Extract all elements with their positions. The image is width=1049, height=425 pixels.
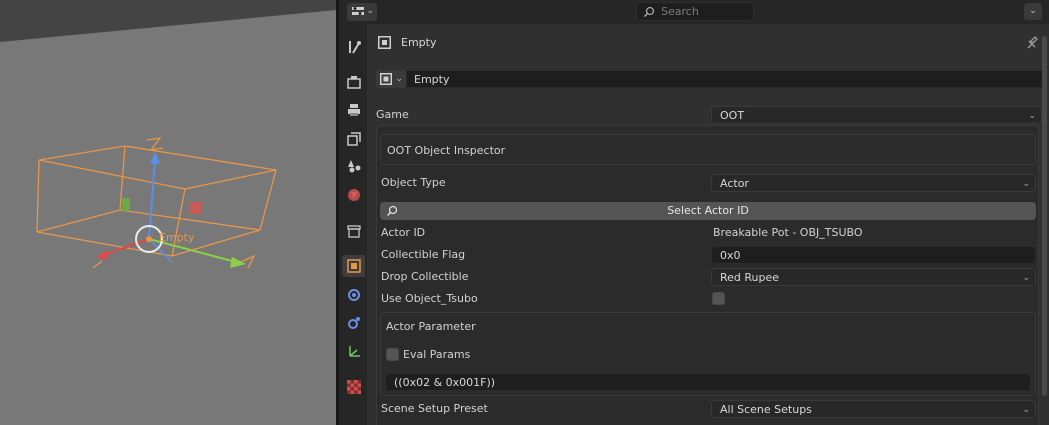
object-square-icon [347, 259, 361, 273]
wrench-screwdriver-icon [349, 41, 361, 54]
tab-physics[interactable] [342, 312, 365, 334]
game-label: Game [376, 108, 409, 121]
chevron-down-icon: ⌄ [1029, 6, 1037, 16]
actor-parameter-title: Actor Parameter [386, 320, 476, 333]
properties-editor-icon [352, 7, 364, 15]
header-menu-button[interactable]: ⌄ [1024, 3, 1042, 20]
chevron-down-icon: ⌄ [395, 74, 403, 84]
tab-collection[interactable] [342, 220, 365, 242]
collectible-flag-field[interactable]: 0x0 [711, 246, 1036, 264]
tab-view-layer[interactable] [342, 128, 365, 150]
object-type-dropdown[interactable]: Actor ⌄ [711, 174, 1036, 192]
printer-icon [348, 104, 360, 116]
chevron-down-icon: ⌄ [1022, 179, 1030, 189]
viewport-scene [0, 0, 336, 269]
tab-output[interactable] [342, 99, 365, 121]
collection-box-icon [347, 225, 361, 238]
search-field[interactable]: Search [636, 2, 754, 21]
object-square-icon [378, 36, 391, 49]
scene-cone-sphere-icon [348, 160, 361, 173]
actor-parameter-expression-field[interactable]: ((0x02 & 0x001F)) [385, 373, 1031, 391]
actor-id-label: Actor ID [381, 226, 426, 239]
select-actor-id-label: Select Actor ID [667, 204, 749, 217]
use-object-checkbox[interactable] [712, 292, 725, 305]
object-origin [146, 236, 152, 242]
red-plane-handle [190, 202, 201, 214]
drop-collectible-label: Drop Collectible [381, 270, 469, 283]
chevron-down-icon: ⌄ [1028, 111, 1036, 121]
search-icon [386, 205, 398, 217]
scene-setup-value: All Scene Setups [720, 403, 812, 416]
context-object-name: Empty [401, 36, 437, 49]
inspector-title-box: OOT Object Inspector [380, 134, 1036, 165]
scene-setup-label: Scene Setup Preset [381, 402, 488, 415]
properties-content: Empty ⌄ Empty Game OOT ⌄ OOT Object Insp… [367, 24, 1049, 425]
object-type-label: Object Type [381, 176, 446, 189]
tab-object[interactable] [342, 255, 365, 277]
game-dropdown-value: OOT [720, 109, 745, 122]
checker-icon [347, 380, 361, 394]
axis-icon [349, 346, 360, 357]
chevron-down-icon: ⌄ [1022, 405, 1030, 415]
object-type-value: Actor [720, 177, 749, 190]
images-stack-icon [347, 132, 361, 146]
properties-tabs [339, 24, 367, 425]
3d-viewport[interactable]: Empty [0, 0, 336, 425]
pin-icon[interactable] [1026, 36, 1038, 50]
select-actor-id-button[interactable]: Select Actor ID [380, 202, 1036, 220]
world-globe-icon [348, 189, 360, 201]
chevron-down-icon: ⌄ [1022, 273, 1030, 283]
green-plane-handle [122, 198, 130, 211]
search-icon [643, 6, 655, 18]
blue-circle-icon [348, 289, 360, 301]
datablock-browse-button[interactable]: ⌄ [376, 70, 406, 88]
tab-render[interactable] [342, 71, 365, 93]
tab-constraints[interactable] [342, 341, 365, 363]
game-dropdown[interactable]: OOT ⌄ [711, 106, 1042, 124]
datablock-name-field[interactable]: Empty [406, 70, 1046, 88]
object-name-overlay: Empty [159, 231, 195, 244]
eval-params-label: Eval Params [403, 348, 471, 361]
editor-type-button[interactable]: ⌄ [347, 3, 377, 21]
eval-params-checkbox[interactable] [386, 348, 399, 361]
x-axis [103, 238, 150, 256]
actor-id-value: Breakable Pot - OBJ_TSUBO [713, 226, 863, 239]
properties-header: ⌄ Search ⌄ [339, 0, 1049, 24]
properties-editor: ⌄ Search ⌄ Empty ⌄ Empty Game OOT ⌄ OOT … [339, 0, 1049, 425]
inspector-title: OOT Object Inspector [387, 144, 506, 157]
tab-tool[interactable] [342, 36, 365, 58]
viewport-horizon [0, 0, 336, 42]
drop-collectible-dropdown[interactable]: Red Rupee ⌄ [711, 268, 1036, 286]
tab-modifiers[interactable] [342, 284, 365, 306]
properties-scrollbar[interactable] [1042, 36, 1047, 396]
y-axis-arrow [230, 257, 246, 268]
orbit-icon [348, 317, 360, 329]
tab-scene[interactable] [342, 155, 365, 177]
use-object-label: Use Object_Tsubo [381, 292, 478, 305]
collectible-flag-label: Collectible Flag [381, 248, 466, 261]
actor-parameter-panel: Actor Parameter Eval Params ((0x02 & 0x0… [380, 312, 1036, 396]
x-axis-arrow [96, 250, 108, 260]
drop-collectible-value: Red Rupee [720, 271, 780, 284]
tab-world[interactable] [342, 184, 365, 206]
chevron-down-icon: ⌄ [366, 6, 374, 16]
scene-setup-dropdown[interactable]: All Scene Setups ⌄ [711, 400, 1036, 418]
object-square-icon [380, 73, 392, 85]
tab-texture[interactable] [342, 376, 365, 398]
z-axis-arrow [150, 152, 160, 164]
camera-back-icon [347, 76, 361, 89]
search-placeholder: Search [661, 5, 699, 18]
